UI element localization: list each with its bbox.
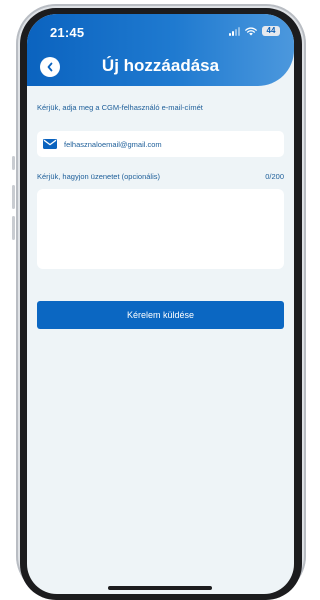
phone-screen: 21:45 44 Új hozzáadása Kérjük, adja meg …: [27, 14, 294, 594]
status-time: 21:45: [50, 25, 85, 40]
email-field[interactable]: felhasznaloemail@gmail.com: [37, 131, 284, 157]
volume-down-button: [12, 216, 15, 240]
wifi-icon: [245, 26, 257, 35]
cellular-signal-icon: [229, 26, 240, 36]
header: 21:45 44 Új hozzáadása: [27, 14, 294, 86]
status-icons: 44: [229, 26, 280, 36]
side-button: [12, 156, 15, 170]
email-value: felhasznaloemail@gmail.com: [64, 139, 162, 149]
message-character-counter: 0/200: [265, 172, 284, 181]
message-textarea[interactable]: [37, 189, 284, 269]
send-request-button[interactable]: Kérelem küldése: [37, 301, 284, 329]
home-indicator: [108, 586, 212, 590]
battery-indicator: 44: [262, 26, 280, 36]
mail-icon: [43, 139, 57, 149]
email-label: Kérjük, adja meg a CGM-felhasználó e-mai…: [37, 103, 203, 112]
message-label: Kérjük, hagyjon üzenetet (opcionális): [37, 172, 160, 181]
page-title: Új hozzáadása: [101, 56, 220, 75]
volume-up-button: [12, 185, 15, 209]
